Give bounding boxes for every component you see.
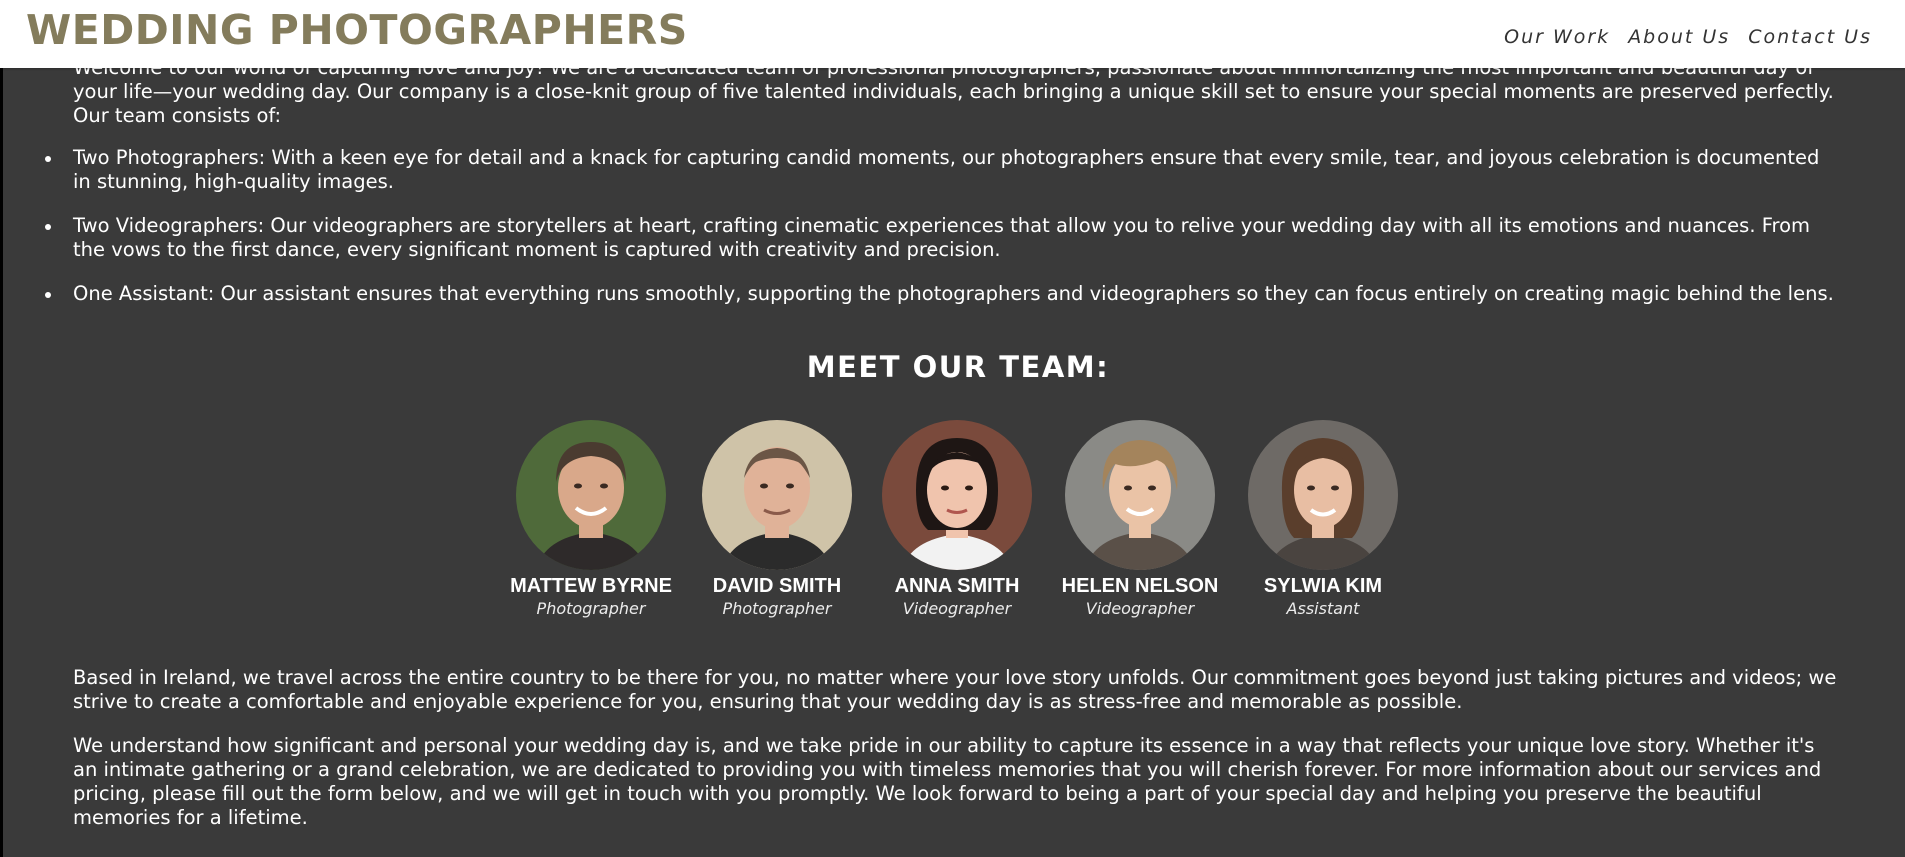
member-role: Photographer — [536, 599, 646, 618]
team-member-card: SYLWIA KIM Assistant — [1238, 420, 1408, 620]
member-name: SYLWIA KIM — [1263, 575, 1383, 597]
team-roles-list: Two Photographers: With a keen eye for d… — [45, 146, 1843, 326]
team-member-card: ANNA SMITH Videographer — [872, 420, 1042, 620]
avatar — [882, 420, 1032, 570]
window-edge — [0, 0, 3, 857]
member-name: HELEN NELSON — [1061, 575, 1219, 597]
member-role: Photographer — [722, 599, 832, 618]
site-header: WEDDING PHOTOGRAPHERS Our Work About Us … — [0, 0, 1905, 68]
main-nav: Our Work About Us Contact Us — [1504, 26, 1872, 48]
team-member-card: HELEN NELSON Videographer — [1055, 420, 1225, 620]
member-name: MATTEW BYRNE — [510, 575, 672, 597]
nav-our-work[interactable]: Our Work — [1504, 26, 1610, 48]
member-name: ANNA SMITH — [894, 575, 1020, 597]
avatar — [702, 420, 852, 570]
member-role: Videographer — [902, 599, 1012, 618]
list-item: Two Videographers: Our videographers are… — [45, 214, 1843, 262]
closing-paragraph: We understand how significant and person… — [73, 734, 1822, 829]
avatar — [1065, 420, 1215, 570]
team-members: MATTEW BYRNE Photographer DAVID SMITH Ph… — [73, 420, 1905, 620]
nav-contact-us[interactable]: Contact Us — [1748, 26, 1872, 48]
site-logo-title[interactable]: WEDDING PHOTOGRAPHERS — [26, 4, 688, 56]
member-role: Assistant — [1286, 599, 1360, 618]
avatar — [516, 420, 666, 570]
list-item: Two Photographers: With a keen eye for d… — [45, 146, 1843, 194]
location-paragraph: Based in Ireland, we travel across the e… — [73, 666, 1837, 713]
member-name: DAVID SMITH — [712, 575, 842, 597]
member-role: Videographer — [1085, 599, 1195, 618]
list-item: One Assistant: Our assistant ensures tha… — [45, 282, 1843, 306]
team-heading: MEET OUR TEAM: — [806, 350, 1110, 384]
team-member-card: DAVID SMITH Photographer — [692, 420, 862, 620]
nav-about-us[interactable]: About Us — [1628, 26, 1730, 48]
avatar — [1248, 420, 1398, 570]
team-member-card: MATTEW BYRNE Photographer — [506, 420, 676, 620]
